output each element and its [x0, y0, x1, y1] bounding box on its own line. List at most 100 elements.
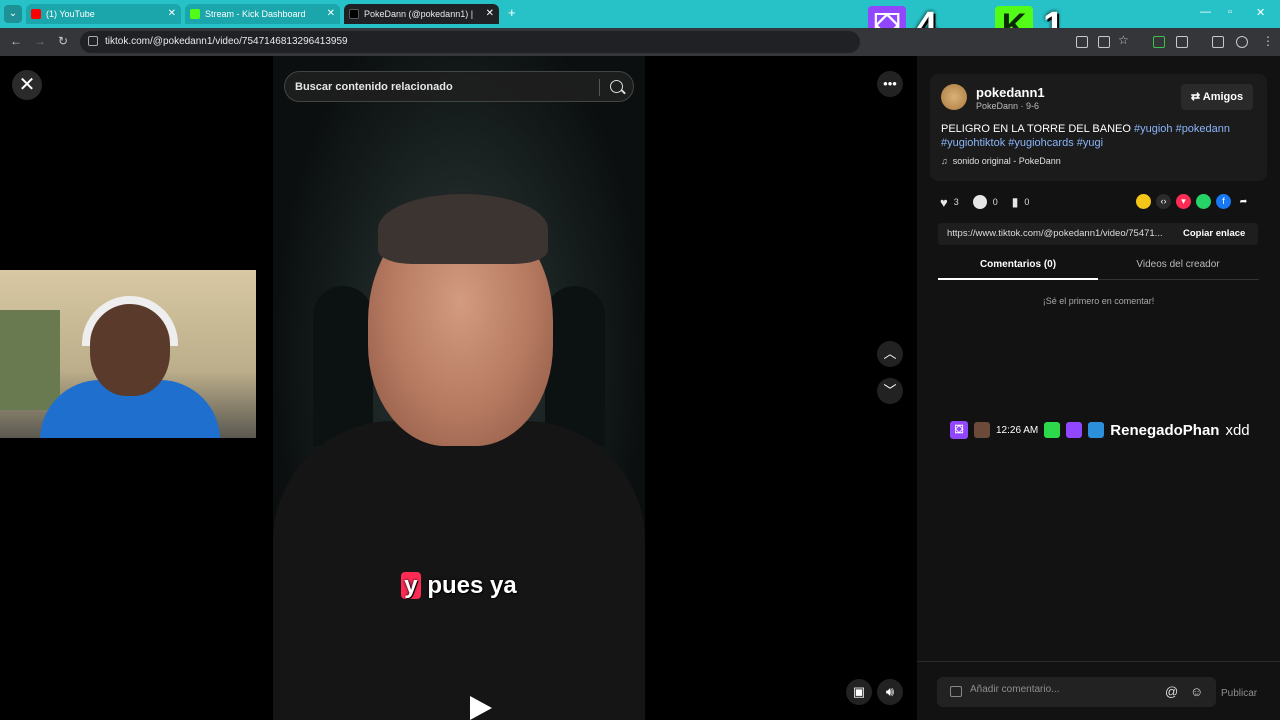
tab-title: PokeDann (@pokedann1) | [364, 9, 474, 19]
next-video-button[interactable]: ﹀ [877, 378, 903, 404]
engagement-stats: ♥ 3 0 ▮ 0 [940, 194, 1043, 210]
facebook-icon[interactable]: f [1216, 194, 1231, 209]
hashtag-link[interactable]: #yugiohtiktok #yugiohcards #yugi [941, 137, 1103, 149]
empty-comments-message: ¡Sé el primero en comentar! [1042, 296, 1155, 306]
close-icon[interactable]: ✕ [486, 4, 494, 24]
profile-avatar-icon[interactable] [1236, 36, 1248, 48]
mouse-cursor-icon [470, 696, 492, 720]
forward-icon[interactable]: → [34, 34, 46, 48]
streamer-webcam [0, 270, 256, 438]
image-icon[interactable] [950, 686, 962, 697]
extension-icon[interactable] [1153, 36, 1165, 48]
caption-highlight: y [401, 572, 421, 599]
comment-input-box: @ ☺ [937, 677, 1216, 707]
headphones-icon [82, 296, 178, 346]
like-count: 3 [953, 197, 959, 207]
sound-name: sonido original - PokeDann [952, 156, 1061, 166]
youtube-icon [31, 9, 41, 19]
tab-title: Stream - Kick Dashboard [205, 9, 306, 19]
related-search-box [284, 71, 634, 102]
subscriber-badge-icon [1044, 422, 1061, 438]
reading-list-icon[interactable] [1212, 36, 1224, 48]
hashtag-link[interactable]: #yugioh #pokedann [1134, 123, 1230, 135]
tab-creator-videos[interactable]: Videos del creador [1098, 259, 1258, 278]
site-info-icon[interactable] [88, 36, 98, 46]
video-details-panel: pokedann1 PokeDann · 9-6 ⇄ Amigos PELIGR… [917, 56, 1280, 720]
tab-search-button[interactable]: ⌄ [4, 5, 22, 23]
description-text: PELIGRO EN LA TORRE DEL BANEO [941, 123, 1134, 135]
url-text: tiktok.com/@pokedann1/video/754714681329… [105, 36, 348, 47]
tab-tiktok[interactable]: PokeDann (@pokedann1) | ✕ [344, 4, 499, 24]
maximize-icon[interactable]: ▫ [1228, 6, 1232, 18]
back-icon[interactable]: ← [10, 34, 22, 48]
volume-icon[interactable]: 🔊︎ [877, 679, 903, 705]
repost-icon[interactable] [1136, 194, 1151, 209]
author-username[interactable]: pokedann1 [976, 85, 1045, 100]
video-player[interactable]: y pues ya [273, 56, 645, 720]
comment-stat[interactable]: 0 [972, 195, 998, 209]
like-stat[interactable]: ♥ 3 [940, 195, 959, 210]
extensions-puzzle-icon[interactable] [1176, 36, 1188, 48]
chat-timestamp: 12:26 AM [996, 424, 1039, 436]
install-app-icon[interactable] [1076, 36, 1088, 48]
chat-message: xdd [1225, 421, 1250, 439]
save-count: 0 [1024, 197, 1030, 207]
embed-icon[interactable]: ‹› [1156, 194, 1171, 209]
send-icon[interactable]: ▾ [1176, 194, 1191, 209]
new-tab-button[interactable]: + [508, 5, 516, 20]
reload-icon[interactable]: ↻ [58, 34, 68, 48]
related-search-input[interactable] [295, 78, 595, 96]
mention-icon[interactable]: @ [1165, 684, 1178, 699]
browser-tab-strip: ⌄ (1) YouTube ✕ Stream - Kick Dashboard … [0, 0, 1280, 28]
tiktok-icon [349, 9, 359, 19]
search-divider [599, 79, 600, 96]
avatar[interactable] [941, 84, 967, 110]
comment-input[interactable] [970, 684, 1150, 695]
close-video-button[interactable]: ✕ [12, 70, 42, 100]
comment-bubble-icon [972, 195, 987, 209]
stream-chat-message: ⛋ 12:26 AM RenegadoPhan xdd [950, 417, 1250, 443]
video-info-card: pokedann1 PokeDann · 9-6 ⇄ Amigos PELIGR… [930, 74, 1267, 181]
music-note-icon: ♫ [941, 156, 948, 166]
address-bar[interactable]: tiktok.com/@pokedann1/video/754714681329… [80, 31, 860, 53]
share-icons: ‹› ▾ f ➦ [1136, 194, 1251, 209]
twitch-icon: ⛋ [950, 421, 968, 439]
share-arrow-icon[interactable]: ➦ [1236, 194, 1251, 209]
post-comment-button[interactable]: Publicar [1221, 688, 1257, 699]
background-arch [545, 286, 605, 446]
video-person-hair [378, 194, 548, 264]
crown-badge-icon [1088, 422, 1105, 438]
copy-link-button[interactable]: Copiar enlace [1183, 228, 1245, 239]
close-icon[interactable]: ✕ [327, 4, 335, 24]
bookmark-icon: ▮ [1011, 195, 1019, 209]
menu-kebab-icon[interactable]: ⋮ [1262, 34, 1274, 48]
window-close-icon[interactable]: ✕ [1256, 6, 1265, 19]
friends-label: Amigos [1202, 91, 1244, 103]
more-options-button[interactable]: ••• [877, 71, 903, 97]
tab-comments[interactable]: Comentarios (0) [938, 259, 1098, 280]
friends-button[interactable]: ⇄ Amigos [1181, 84, 1253, 110]
video-caption: y pues ya [273, 572, 645, 600]
search-icon[interactable] [610, 80, 623, 93]
caption-text: pues ya [427, 572, 517, 599]
share-link-row: https://www.tiktok.com/@pokedann1/video/… [938, 223, 1258, 245]
close-icon[interactable]: ✕ [168, 4, 176, 24]
video-person-shirt [273, 421, 645, 720]
tab-youtube[interactable]: (1) YouTube ✕ [26, 4, 181, 24]
tab-kick-dashboard[interactable]: Stream - Kick Dashboard ✕ [185, 4, 340, 24]
panel-tabs: Comentarios (0) Videos del creador [938, 256, 1259, 280]
browser-toolbar: ← → ↻ tiktok.com/@pokedann1/video/754714… [0, 28, 1280, 56]
translate-icon[interactable] [1098, 36, 1110, 48]
minimize-icon[interactable]: — [1200, 6, 1211, 18]
share-link-text[interactable]: https://www.tiktok.com/@pokedann1/video/… [947, 228, 1172, 239]
author-subline: PokeDann · 9-6 [976, 101, 1040, 111]
previous-video-button[interactable]: ︿ [877, 341, 903, 367]
tab-title: (1) YouTube [46, 9, 95, 19]
bookmark-star-icon[interactable]: ☆ [1118, 33, 1129, 47]
save-stat[interactable]: ▮ 0 [1012, 195, 1030, 209]
whatsapp-icon[interactable] [1196, 194, 1211, 209]
emoji-icon[interactable]: ☺ [1190, 684, 1203, 699]
user-badge-icon [974, 422, 990, 438]
floating-player-icon[interactable]: ▣ [846, 679, 872, 705]
sound-link[interactable]: ♫ sonido original - PokeDann [941, 156, 1061, 166]
